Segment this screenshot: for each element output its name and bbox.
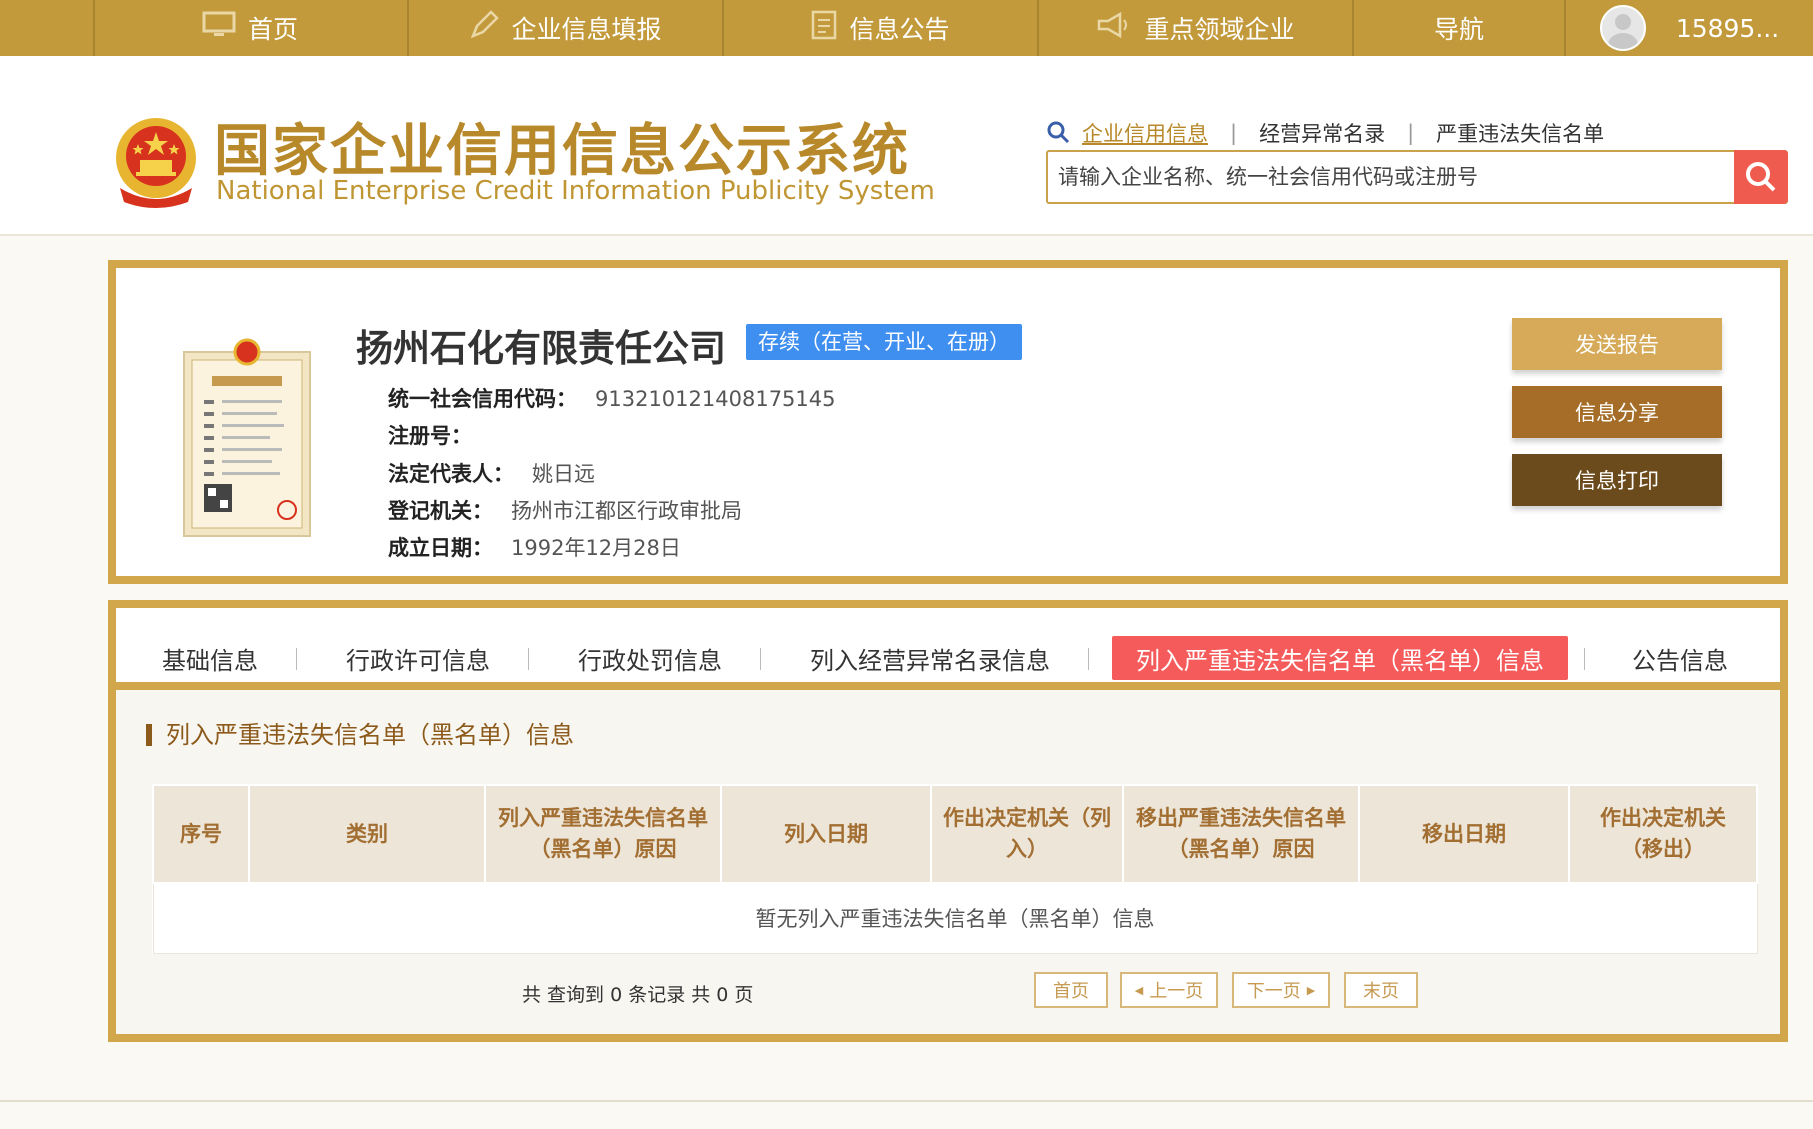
field-label: 统一社会信用代码： xyxy=(388,387,577,411)
site-header: 国家企业信用信息公示系统 National Enterprise Credit … xyxy=(0,56,1813,236)
detail-panel: 基础信息 行政许可信息 行政处罚信息 列入经营异常名录信息 列入严重违法失信名单… xyxy=(108,600,1788,1042)
send-report-button[interactable]: 发送报告 xyxy=(1512,318,1722,370)
field-established-date: 成立日期： 1992年12月28日 xyxy=(388,532,681,562)
nav-item-label: 信息公告 xyxy=(849,15,950,44)
nav-item-key-sectors[interactable]: 重点领域企业 xyxy=(1039,0,1352,56)
pager-label: 下一页 xyxy=(1246,981,1301,1002)
search-link-blacklist[interactable]: 严重违法失信名单 xyxy=(1436,118,1604,148)
print-info-button[interactable]: 信息打印 xyxy=(1512,454,1722,506)
column-header: 作出决定机关（移出） xyxy=(1568,784,1758,884)
share-info-button[interactable]: 信息分享 xyxy=(1512,386,1722,438)
field-label: 成立日期： xyxy=(388,536,493,560)
search-button[interactable] xyxy=(1734,150,1788,204)
search-box xyxy=(1046,150,1788,204)
section-title: 列入严重违法失信名单（黑名单）信息 xyxy=(146,723,574,747)
info-tabs: 基础信息 行政许可信息 行政处罚信息 列入经营异常名录信息 列入严重违法失信名单… xyxy=(116,608,1780,690)
nav-item-label: 重点领域企业 xyxy=(1144,15,1295,44)
tab-divider xyxy=(1088,648,1089,670)
avatar xyxy=(1599,5,1646,51)
status-badge: 存续（在营、开业、在册） xyxy=(746,324,1022,360)
field-value: 扬州市江都区行政审批局 xyxy=(511,499,742,523)
user-name: 15895... xyxy=(1675,13,1780,43)
search-icon xyxy=(1746,162,1776,192)
monitor-icon xyxy=(202,11,236,46)
nav-item-label: 企业信息填报 xyxy=(511,15,662,44)
site-title: 国家企业信用信息公示系统 xyxy=(214,119,910,184)
pager-summary: 共 查询到 0 条记录 共 0 页 xyxy=(522,984,754,1006)
megaphone-icon xyxy=(1096,11,1132,46)
field-label: 注册号： xyxy=(388,424,472,448)
column-header: 列入日期 xyxy=(720,784,932,884)
caret-right-icon: ▶ xyxy=(1306,983,1316,997)
link-divider: | xyxy=(1407,121,1415,145)
pen-icon xyxy=(469,9,500,47)
top-nav: 首页 企业信息填报 信息公告 重点领域企业 导航 15895... xyxy=(0,0,1813,56)
national-emblem-icon xyxy=(116,118,196,208)
tab-announcements[interactable]: 公告信息 xyxy=(1632,636,1728,680)
column-header: 移出日期 xyxy=(1358,784,1570,884)
blacklist-table: 序号 类别 列入严重违法失信名单（黑名单）原因 列入日期 作出决定机关（列入） … xyxy=(152,784,1758,954)
field-credit-code: 统一社会信用代码： 913210121408175145 xyxy=(388,383,836,413)
search-link-abnormal-list[interactable]: 经营异常名录 xyxy=(1259,118,1385,148)
tab-divider xyxy=(760,648,761,670)
user-menu[interactable]: 15895... xyxy=(1566,0,1813,56)
nav-item-report[interactable]: 企业信息填报 xyxy=(409,0,722,56)
search-link-credit-info[interactable]: 企业信用信息 xyxy=(1082,118,1208,148)
nav-item-home[interactable]: 首页 xyxy=(93,0,407,56)
pager-next-button[interactable]: 下一页 ▶ xyxy=(1232,972,1330,1008)
field-label: 法定代表人： xyxy=(388,462,514,486)
field-registration-number: 注册号： xyxy=(388,420,490,450)
field-registration-authority: 登记机关： 扬州市江都区行政审批局 xyxy=(388,495,742,525)
pager-label: 首页 xyxy=(1053,981,1089,1002)
pager-first-button[interactable]: 首页 xyxy=(1034,972,1108,1008)
tab-divider xyxy=(296,648,297,670)
field-legal-representative: 法定代表人： 姚日远 xyxy=(388,458,595,488)
footer-divider xyxy=(0,1100,1813,1102)
nav-item-label: 首页 xyxy=(247,15,298,44)
column-header: 序号 xyxy=(152,784,250,884)
column-header: 作出决定机关（列入） xyxy=(930,784,1124,884)
document-icon xyxy=(811,10,837,47)
search-icon xyxy=(1047,121,1070,144)
site-subtitle: National Enterprise Credit Information P… xyxy=(216,176,935,206)
tab-abnormal-operation[interactable]: 列入经营异常名录信息 xyxy=(810,636,1050,680)
nav-item-navigation[interactable]: 导航 xyxy=(1354,0,1564,56)
company-name: 扬州石化有限责任公司 xyxy=(356,327,726,370)
table-row: 暂无列入严重违法失信名单（黑名单）信息 xyxy=(152,882,1758,954)
field-value: 1992年12月28日 xyxy=(511,536,681,560)
business-license-image[interactable] xyxy=(182,338,312,538)
pager-label: 上一页 xyxy=(1149,981,1204,1002)
pager-last-button[interactable]: 末页 xyxy=(1344,972,1418,1008)
tab-administrative-penalty[interactable]: 行政处罚信息 xyxy=(578,636,722,680)
search-input[interactable] xyxy=(1058,160,1708,194)
column-header: 类别 xyxy=(248,784,486,884)
tab-basic-info[interactable]: 基础信息 xyxy=(162,636,258,680)
tab-divider xyxy=(528,648,529,670)
field-value: 913210121408175145 xyxy=(595,387,836,411)
field-value: 姚日远 xyxy=(532,462,595,486)
pager-label: 末页 xyxy=(1363,981,1399,1002)
link-divider: | xyxy=(1230,121,1238,145)
search-type-links: 企业信用信息 | 经营异常名录 | 严重违法失信名单 xyxy=(1046,118,1604,148)
tab-serious-violation-blacklist[interactable]: 列入严重违法失信名单（黑名单）信息 xyxy=(1112,636,1568,680)
empty-table-message: 暂无列入严重违法失信名单（黑名单）信息 xyxy=(152,882,1758,954)
nav-item-label: 导航 xyxy=(1433,15,1484,44)
company-panel: 扬州石化有限责任公司 存续（在营、开业、在册） 统一社会信用代码： 9132101… xyxy=(108,260,1788,584)
column-header: 列入严重违法失信名单（黑名单）原因 xyxy=(484,784,722,884)
field-label: 登记机关： xyxy=(388,499,493,523)
column-header: 移出严重违法失信名单（黑名单）原因 xyxy=(1122,784,1360,884)
tab-administrative-license[interactable]: 行政许可信息 xyxy=(346,636,490,680)
caret-left-icon: ◀ xyxy=(1134,983,1144,997)
table-header-row: 序号 类别 列入严重违法失信名单（黑名单）原因 列入日期 作出决定机关（列入） … xyxy=(152,784,1758,884)
pager-prev-button[interactable]: ◀ 上一页 xyxy=(1120,972,1218,1008)
tab-divider xyxy=(1584,648,1585,670)
tab-content: 列入严重违法失信名单（黑名单）信息 序号 类别 列入严重违法失信名单（黑名单）原… xyxy=(116,690,1780,1034)
nav-item-notice[interactable]: 信息公告 xyxy=(724,0,1037,56)
